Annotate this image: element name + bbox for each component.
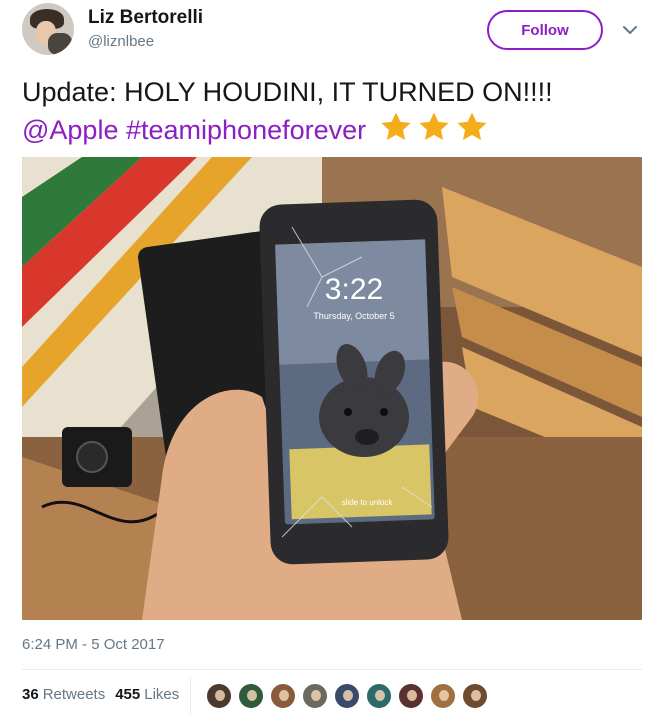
chevron-down-icon[interactable] (620, 20, 640, 40)
divider (22, 669, 642, 670)
lock-screen-date: Thursday, October 5 (313, 311, 394, 321)
liker-avatar[interactable] (205, 682, 233, 710)
lock-screen-time: 3:22 (325, 273, 383, 306)
likers-avatar-list (205, 682, 489, 710)
likes-label: Likes (144, 686, 180, 703)
hashtag-link[interactable]: #teamiphoneforever (126, 115, 366, 145)
photo-illustration: 3:22 Thursday, October 5 slide to unlock (22, 157, 642, 620)
likes-count: 455 (115, 686, 141, 703)
display-name[interactable]: Liz Bertorelli (88, 7, 203, 29)
liker-avatar[interactable] (461, 682, 489, 710)
avatar[interactable] (22, 3, 74, 55)
tweet-text-line: Update: HOLY HOUDINI, IT TURNED ON!!!! (22, 77, 553, 107)
liker-avatar[interactable] (397, 682, 425, 710)
mention-link[interactable]: @Apple (22, 115, 118, 145)
retweets-stat[interactable]: 36 Retweets (22, 686, 105, 703)
liker-avatar[interactable] (301, 682, 329, 710)
tweet-photo[interactable]: 3:22 Thursday, October 5 slide to unlock (22, 157, 642, 620)
tweet-stats: 36 Retweets 455 Likes (22, 686, 179, 703)
liker-avatar[interactable] (365, 682, 393, 710)
tweet-timestamp[interactable]: 6:24 PM - 5 Oct 2017 (22, 636, 165, 653)
liker-avatar[interactable] (269, 682, 297, 710)
star-icon (381, 112, 411, 141)
retweets-label: Retweets (42, 686, 106, 703)
likes-stat[interactable]: 455 Likes (115, 686, 179, 703)
divider (190, 677, 191, 715)
liker-avatar[interactable] (429, 682, 457, 710)
star-icon (457, 112, 487, 141)
liker-avatar[interactable] (333, 682, 361, 710)
tweet-card: Liz Bertorelli @liznlbee Follow Update: … (0, 0, 660, 722)
user-handle[interactable]: @liznlbee (88, 33, 154, 50)
star-emoji-group (378, 110, 490, 144)
slide-to-unlock-text: slide to unlock (342, 498, 394, 507)
liker-avatar[interactable] (237, 682, 265, 710)
star-icon (419, 112, 449, 141)
retweets-count: 36 (22, 686, 39, 703)
tweet-text: Update: HOLY HOUDINI, IT TURNED ON!!!! @… (22, 74, 642, 148)
follow-button[interactable]: Follow (487, 10, 603, 50)
